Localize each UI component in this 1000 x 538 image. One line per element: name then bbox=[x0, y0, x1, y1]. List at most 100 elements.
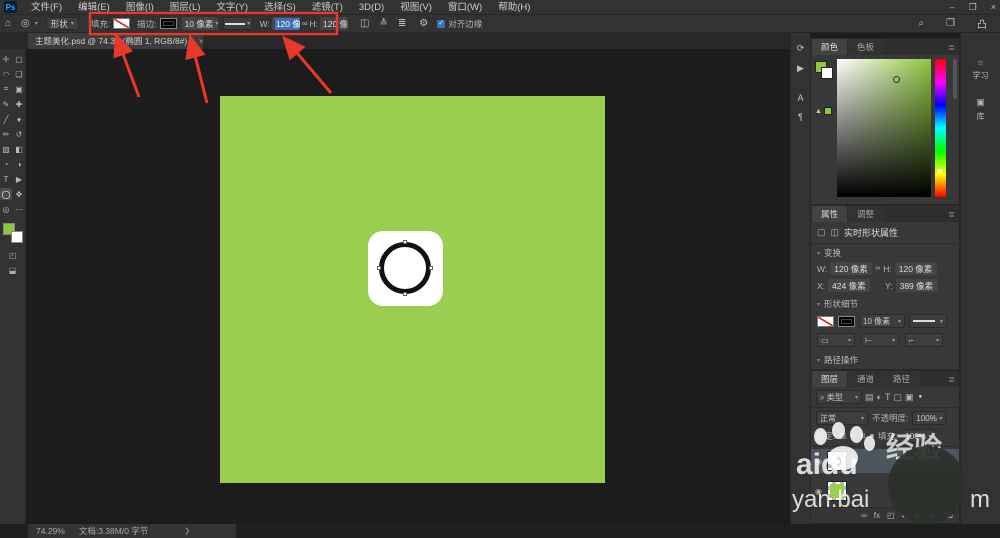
status-chevron-icon[interactable]: ❯ bbox=[184, 527, 190, 535]
menu-file[interactable]: 文件(F) bbox=[23, 0, 70, 15]
prop-h-field[interactable]: 120 像素 bbox=[894, 262, 937, 275]
history-brush-tool[interactable]: ↺ bbox=[13, 128, 25, 140]
layer-row-green[interactable]: ◉ bbox=[811, 476, 959, 506]
healing-brush-tool[interactable]: ✚ bbox=[13, 98, 25, 110]
prop-stroke-type-dropdown[interactable]: ▾ bbox=[909, 314, 947, 328]
prop-stroke-swatch[interactable] bbox=[838, 315, 855, 327]
path-selection-tool[interactable]: ▶ bbox=[13, 173, 25, 185]
path-anchor[interactable] bbox=[403, 240, 407, 244]
layer-thumbnail[interactable] bbox=[826, 481, 847, 501]
prop-link-icon[interactable]: ∞ bbox=[875, 265, 880, 272]
new-group-icon[interactable]: ▤ bbox=[913, 511, 921, 520]
blend-mode-dropdown[interactable]: 正常 ▾ bbox=[816, 411, 868, 425]
opacity-dropdown[interactable]: 100% ▾ bbox=[912, 411, 947, 425]
zoom-percentage[interactable]: 74.29% bbox=[36, 526, 65, 536]
new-layer-icon[interactable]: ⊞ bbox=[928, 511, 935, 520]
filter-shape-layers-icon[interactable]: ▢ bbox=[893, 392, 902, 403]
menu-filter[interactable]: 滤镜(T) bbox=[304, 0, 351, 15]
filter-pixel-layers-icon[interactable]: ▤ bbox=[865, 392, 874, 403]
panel-color-swatches[interactable] bbox=[815, 61, 833, 79]
visibility-eye-icon[interactable]: ◉ bbox=[815, 457, 822, 466]
home-icon[interactable]: ⌂ bbox=[5, 18, 11, 29]
dodge-tool[interactable]: ◑ bbox=[13, 158, 25, 170]
stroke-corner-dropdown[interactable]: ⌐ ▾ bbox=[905, 333, 943, 347]
prop-stroke-width-dropdown[interactable]: 10 像素 ▾ bbox=[859, 314, 905, 328]
fill-opacity-dropdown[interactable]: 100% ▾ bbox=[901, 429, 936, 443]
ellipse-shape-tool[interactable]: ◯ bbox=[0, 188, 12, 200]
marquee-tool[interactable]: ▢ bbox=[13, 53, 25, 65]
tab-paths[interactable]: 路径 bbox=[884, 371, 920, 387]
layer-thumbnail[interactable] bbox=[826, 451, 847, 471]
libraries-panel-button[interactable]: ▣ 库 bbox=[961, 97, 1000, 122]
delete-layer-icon[interactable]: ⌫ bbox=[942, 511, 953, 520]
filter-adjustment-layers-icon[interactable]: ◐ bbox=[877, 392, 882, 402]
frame-tool[interactable]: ▣ bbox=[13, 83, 25, 95]
screen-mode-icon[interactable]: ⬓ bbox=[9, 266, 17, 275]
tab-layers[interactable]: 图层 bbox=[812, 371, 848, 387]
menu-layer[interactable]: 图层(L) bbox=[162, 0, 209, 15]
green-artboard[interactable] bbox=[220, 96, 605, 483]
gradient-tool[interactable]: ◧ bbox=[13, 143, 25, 155]
menu-help[interactable]: 帮助(H) bbox=[490, 0, 538, 15]
paragraph-panel-icon[interactable]: ¶ bbox=[798, 112, 803, 122]
zoom-tool[interactable]: ◎ bbox=[0, 203, 12, 215]
width-field[interactable]: 120 像 bbox=[271, 17, 300, 30]
stroke-swatch[interactable] bbox=[159, 18, 177, 29]
background-color-swatch[interactable] bbox=[10, 231, 23, 243]
visibility-eye-icon[interactable]: ◉ bbox=[815, 487, 822, 496]
eyedropper-tool[interactable]: ✎ bbox=[0, 98, 12, 110]
type-tool[interactable]: T bbox=[0, 173, 12, 185]
share-icon[interactable]: 凸 bbox=[977, 16, 987, 31]
pathops-section-header[interactable]: 路径操作 bbox=[817, 354, 953, 366]
search-icon[interactable]: ⌕ bbox=[918, 18, 924, 29]
restore-button[interactable]: ❐ bbox=[969, 0, 977, 15]
hand-tool[interactable]: ✥ bbox=[13, 188, 25, 200]
height-field[interactable]: 120 像 bbox=[320, 17, 349, 30]
menu-select[interactable]: 选择(S) bbox=[256, 0, 304, 15]
tool-preset-caret-icon[interactable]: ▾ bbox=[35, 20, 38, 27]
link-dimensions-icon[interactable]: ∞ bbox=[302, 19, 308, 28]
layer-filter-dropdown[interactable]: ⌕ 类型 ▾ bbox=[816, 390, 862, 404]
workspace-switcher-icon[interactable]: ❐ bbox=[946, 18, 955, 29]
menu-window[interactable]: 窗口(W) bbox=[440, 0, 490, 15]
path-anchor[interactable] bbox=[403, 292, 407, 296]
prop-y-field[interactable]: 389 像素 bbox=[895, 279, 938, 292]
hue-slider[interactable] bbox=[935, 59, 946, 197]
lasso-tool[interactable]: ◠ bbox=[0, 68, 12, 80]
blur-tool[interactable]: ◔ bbox=[0, 158, 12, 170]
character-panel-icon[interactable]: A bbox=[797, 93, 803, 103]
fill-swatch[interactable] bbox=[113, 18, 131, 29]
ellipse-path-shape[interactable] bbox=[379, 242, 431, 294]
minimize-button[interactable]: – bbox=[950, 0, 955, 15]
filter-smart-objects-icon[interactable]: ▣ bbox=[905, 392, 914, 403]
path-alignment-icon[interactable]: ≛ bbox=[379, 18, 387, 29]
move-tool[interactable]: ✛ bbox=[0, 53, 12, 65]
quick-mask-icon[interactable]: ◰ bbox=[9, 251, 17, 260]
align-edges-checkbox[interactable]: ✓ bbox=[437, 19, 446, 28]
tool-mode-dropdown[interactable]: 形状 ▾ bbox=[45, 17, 79, 30]
edit-toolbar-icon[interactable]: ⋯ bbox=[13, 203, 25, 215]
color-field[interactable] bbox=[837, 59, 931, 197]
prop-x-field[interactable]: 424 像素 bbox=[828, 279, 871, 292]
clone-stamp-tool[interactable]: ♦ bbox=[13, 113, 25, 125]
prop-w-field[interactable]: 120 像素 bbox=[830, 262, 873, 275]
history-panel-icon[interactable]: ⟳ bbox=[797, 43, 805, 54]
layer-row-ellipse[interactable]: ◉ bbox=[811, 449, 959, 473]
lock-transparency-icon[interactable]: ▨ bbox=[839, 432, 846, 440]
stroke-type-dropdown[interactable]: ▾ bbox=[222, 17, 253, 30]
canvas-area[interactable] bbox=[26, 49, 790, 524]
gear-icon[interactable]: ⚙ bbox=[419, 18, 428, 29]
link-layers-icon[interactable]: ∞ bbox=[861, 511, 867, 520]
lock-image-icon[interactable]: ✛ bbox=[850, 432, 856, 440]
menu-type[interactable]: 文字(Y) bbox=[208, 0, 256, 15]
shape-details-section-header[interactable]: 形状细节 bbox=[817, 298, 953, 310]
menu-view[interactable]: 视图(V) bbox=[392, 0, 440, 15]
panel-menu-icon[interactable]: ≣ bbox=[948, 43, 955, 52]
tool-preset-icon[interactable]: ◎ bbox=[21, 18, 30, 29]
menu-image[interactable]: 图像(I) bbox=[118, 0, 162, 15]
layer-style-fx-icon[interactable]: fx bbox=[874, 511, 880, 520]
prop-fill-swatch[interactable] bbox=[817, 315, 834, 327]
tab-swatches[interactable]: 色板 bbox=[848, 39, 884, 55]
crop-tool[interactable]: ⌗ bbox=[0, 83, 12, 95]
tab-channels[interactable]: 通道 bbox=[848, 371, 884, 387]
